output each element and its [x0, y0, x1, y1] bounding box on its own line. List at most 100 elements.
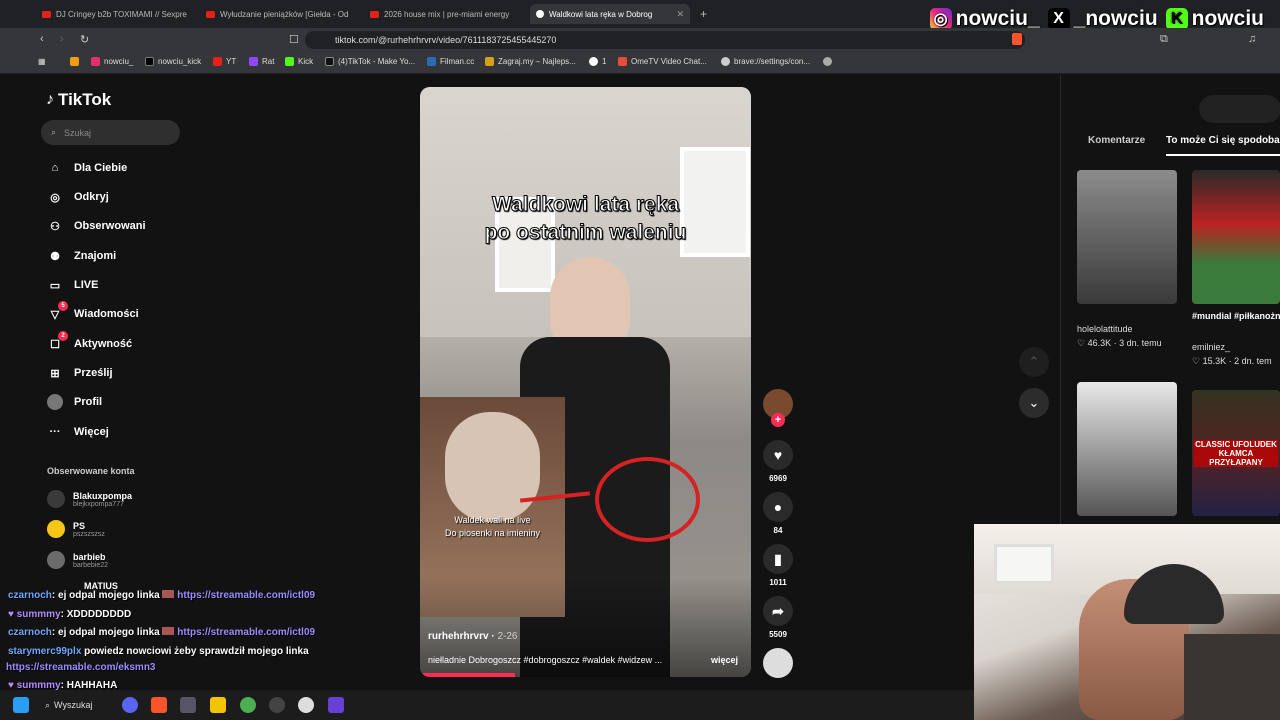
discord-icon[interactable]	[122, 697, 138, 713]
music-disc[interactable]	[763, 648, 793, 682]
reload-icon[interactable]: ↻	[80, 33, 89, 46]
bookmark-brave-settings[interactable]: brave://settings/con...	[721, 57, 810, 66]
recommended-thumbnail[interactable]: CLASSIC UFOLUDEK KŁAMCA PRZYŁAPANY	[1192, 390, 1280, 516]
recommended-thumbnail[interactable]	[1077, 382, 1177, 516]
bookmark-1[interactable]: 1	[589, 57, 606, 66]
share-icon: ➦	[763, 596, 793, 626]
windows-taskbar: ⌕ Wyszukaj	[0, 690, 974, 720]
heart-icon: ♥	[8, 609, 17, 620]
tab-dj-cringey[interactable]: DJ Cringey b2b TOXIMAMI // Sexpre	[36, 4, 196, 24]
like-button[interactable]: ♥ 6969	[763, 440, 793, 483]
bookmark-zagraj[interactable]: Zagraj.my – Najleps...	[485, 57, 576, 66]
home-icon: ⌂	[51, 162, 59, 174]
nav-explore[interactable]: ◎ Odkryj	[47, 189, 109, 205]
nav-for-you[interactable]: ⌂ Dla Ciebie	[47, 160, 128, 176]
chat-message: czarnoch: ej odpal mojego linka https://…	[8, 627, 316, 638]
apps-icon[interactable]: ▦	[38, 57, 46, 66]
back-icon[interactable]: ‹	[40, 33, 44, 45]
avatar	[47, 490, 65, 508]
video-caption-line2: po ostatnim waleniu	[484, 221, 687, 245]
app-icon[interactable]	[328, 697, 344, 713]
user-plus-icon: ⚇	[50, 220, 60, 233]
recommended-title[interactable]: #mundial #piłkanożna #dc...	[1192, 311, 1280, 321]
bookmark-nowciu[interactable]: nowciu_	[91, 57, 133, 66]
tiktok-note-icon: ♪	[46, 91, 54, 108]
search-icon: ⌕	[51, 127, 57, 137]
save-button[interactable]: ▮ 1011	[763, 544, 793, 587]
brave-shield-icon[interactable]	[1012, 33, 1022, 45]
recommended-author[interactable]: holelolattitude	[1077, 324, 1133, 334]
webcam-window	[994, 544, 1054, 584]
nav-upload[interactable]: ⊞ Prześlij	[47, 365, 112, 381]
music-icon[interactable]: ♫	[1248, 33, 1256, 45]
nav-more[interactable]: ··· Więcej	[47, 424, 109, 440]
share-button[interactable]: ➦ 5509	[763, 596, 793, 639]
windows-start-icon[interactable]	[13, 697, 29, 713]
youtube-icon	[206, 10, 215, 18]
bookmarks-bar: ▦ nowciu_ nowciu_kick YT Rat Kick (4)Tik…	[0, 52, 1280, 74]
follow-plus-icon[interactable]: +	[771, 413, 785, 427]
url-field[interactable]: tiktok.com/@rurhehrhrvrv/video/761118372…	[305, 31, 1025, 49]
video-player[interactable]: Waldkowi lata ręka po ostatnim waleniu W…	[420, 87, 751, 677]
video-author[interactable]: rurhehrhrvrv · 2-26	[428, 631, 517, 642]
send-icon: ▽ 5	[47, 301, 68, 322]
bookmark-yt[interactable]: YT	[213, 57, 236, 66]
bookmark-icon[interactable]: ☐	[289, 33, 299, 46]
video-progress-bar[interactable]	[420, 673, 515, 677]
creator-avatar[interactable]: +	[763, 389, 793, 427]
comment-button[interactable]: ● 84	[763, 492, 793, 535]
next-video-button[interactable]: ⌄	[1019, 388, 1049, 418]
red-circle-annotation	[595, 457, 700, 542]
forward-icon[interactable]: ›	[60, 33, 64, 45]
bookmark-filman[interactable]: Filman.cc	[427, 57, 474, 66]
heart-icon: ♥	[763, 440, 793, 470]
nav-messages[interactable]: ▽ 5 Wiadomości	[47, 301, 139, 322]
chrome-icon[interactable]	[240, 697, 256, 713]
tab-house-mix[interactable]: 2026 house mix | pre-miami energy	[364, 4, 524, 24]
tiktok-logo[interactable]: ♪ TikTok	[46, 90, 111, 110]
youtube-icon	[370, 10, 379, 18]
followed-account[interactable]: Blakuxpompa blejkxpompa777	[47, 490, 132, 508]
nav-profile[interactable]: Profil	[47, 394, 102, 410]
nav-live[interactable]: ▭ LIVE	[47, 277, 99, 293]
bookmark-nowciu-kick[interactable]: nowciu_kick	[145, 57, 201, 66]
followed-account[interactable]: barbieb barbebie22	[47, 551, 108, 569]
recommended-thumbnail[interactable]	[1077, 170, 1177, 304]
nav-friends[interactable]: ⚉ Znajomi	[47, 248, 116, 264]
app-icon[interactable]	[298, 697, 314, 713]
followed-account[interactable]: PS pszszszsz	[47, 520, 105, 538]
bookmark-kick[interactable]: Kick	[285, 57, 313, 66]
app-icon[interactable]	[180, 697, 196, 713]
extensions-icon[interactable]: ⧉	[1160, 33, 1168, 46]
tab-recommended[interactable]: To może Ci się spodoba	[1166, 135, 1280, 156]
recommended-thumbnail[interactable]	[1192, 170, 1280, 304]
globe-icon[interactable]	[823, 57, 832, 66]
file-explorer-icon[interactable]	[210, 697, 226, 713]
close-tab-icon[interactable]: ✕	[676, 9, 684, 20]
tiktok-icon	[536, 10, 544, 18]
instagram-icon: ◎	[929, 8, 952, 30]
obs-icon[interactable]	[269, 697, 285, 713]
bookmark-ometv[interactable]: OmeTV Video Chat...	[618, 57, 707, 66]
youtube-icon	[42, 10, 51, 18]
new-tab-button[interactable]: +	[694, 4, 710, 24]
comment-icon: ●	[763, 492, 793, 522]
bookmark-tiktok[interactable]: (4)TikTok - Make Yo...	[325, 57, 415, 66]
brave-browser-icon[interactable]	[151, 697, 167, 713]
activity-badge: 2	[58, 331, 68, 341]
search-input[interactable]: ⌕ Szukaj	[41, 120, 180, 145]
tab-wyludzanie[interactable]: Wyłudzanie pieniążków [Giełda - Od	[200, 4, 358, 24]
nav-activity[interactable]: ☐ 2 Aktywność	[47, 331, 132, 352]
previous-video-button[interactable]: ⌃	[1019, 347, 1049, 377]
search-icon: ⌕	[45, 699, 51, 710]
recommended-author[interactable]: emilniez_	[1192, 342, 1230, 352]
bookmark-rat[interactable]: Rat	[249, 57, 274, 66]
bookmark-rss[interactable]	[70, 57, 79, 66]
nav-following[interactable]: ⚇ Obserwowani	[47, 218, 145, 234]
more-link[interactable]: więcej	[711, 655, 738, 665]
inbox-icon: ☐ 2	[47, 331, 68, 352]
tab-tiktok-video[interactable]: Waldkowi lata ręka w Dobrog ✕	[530, 4, 690, 24]
tab-comments[interactable]: Komentarze	[1088, 135, 1145, 146]
taskbar-search[interactable]: ⌕ Wyszukaj	[45, 696, 105, 714]
chat-message: ♥ summmy: XDDDDDDDD	[8, 609, 132, 620]
